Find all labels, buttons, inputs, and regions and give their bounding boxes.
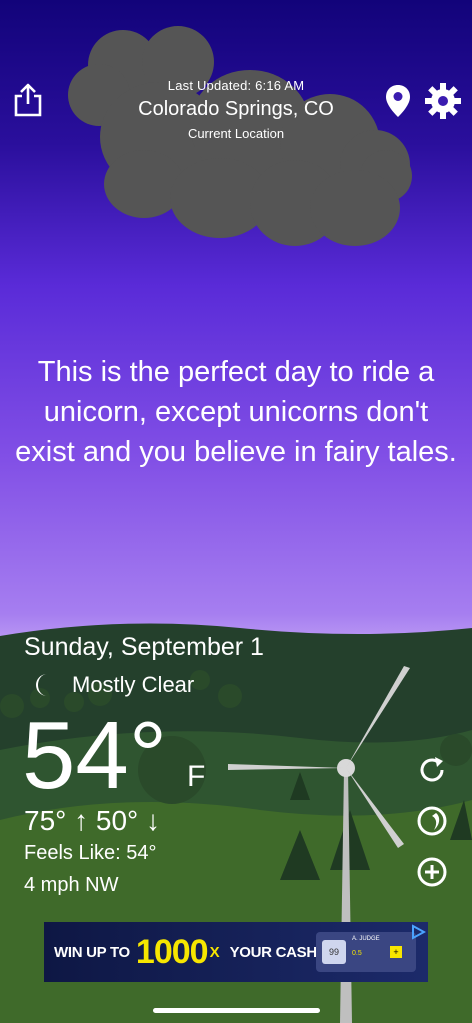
current-location-label: Current Location bbox=[187, 126, 285, 141]
weather-quote: This is the perfect day to ride a unicor… bbox=[15, 356, 457, 468]
location-block: Last Updated: 6:16 AM Colorado Springs, … bbox=[86, 78, 386, 141]
high-low-temperature: 75° ↑ 50° ↓ bbox=[24, 805, 161, 836]
ad-card-plus: + bbox=[390, 946, 402, 958]
ad-jersey: 99 bbox=[322, 940, 346, 964]
add-icon bbox=[417, 857, 447, 887]
wind-label: 4 mph NW bbox=[24, 874, 119, 896]
radar-icon bbox=[417, 806, 447, 836]
current-temperature: 54° bbox=[22, 702, 168, 809]
city-name[interactable]: Colorado Springs, CO bbox=[86, 98, 386, 121]
ad-card-name: A. JUDGE bbox=[352, 936, 380, 942]
share-icon bbox=[14, 83, 42, 117]
refresh-button[interactable] bbox=[414, 752, 450, 788]
settings-button[interactable] bbox=[424, 82, 462, 120]
condition-label: Mostly Clear bbox=[72, 672, 195, 697]
feels-like-label: Feels Like: 54° bbox=[24, 842, 157, 864]
add-location-button[interactable] bbox=[414, 854, 450, 890]
date-label: Sunday, September 1 bbox=[24, 633, 264, 661]
location-pin-icon bbox=[386, 85, 410, 117]
location-button[interactable] bbox=[385, 84, 411, 118]
condition-row: Mostly Clear bbox=[30, 670, 194, 700]
ad-right-text: YOUR CASH bbox=[229, 943, 318, 961]
temperature-unit[interactable]: F bbox=[187, 760, 205, 794]
radar-button[interactable] bbox=[414, 803, 450, 839]
share-button[interactable] bbox=[12, 82, 44, 118]
moon-icon bbox=[36, 674, 47, 696]
ad-left-text: WIN UP TO bbox=[54, 943, 130, 961]
ad-banner[interactable]: WIN UP TO 1000 X YOUR CASH 99 A. JUDGE 0… bbox=[44, 922, 428, 982]
last-updated-label: Last Updated: 6:16 AM bbox=[167, 78, 305, 93]
refresh-icon bbox=[420, 757, 444, 782]
top-bar: Last Updated: 6:16 AM Colorado Springs, … bbox=[0, 0, 472, 150]
adchoices-icon[interactable] bbox=[410, 924, 426, 940]
gear-icon bbox=[425, 83, 461, 119]
ad-multiplier: 1000 bbox=[135, 932, 209, 971]
ad-x: X bbox=[209, 943, 220, 961]
home-indicator bbox=[153, 1008, 320, 1013]
ad-card-stat: 0.5 bbox=[352, 950, 362, 957]
ad-player-card: 99 A. JUDGE 0.5 + bbox=[316, 932, 416, 972]
